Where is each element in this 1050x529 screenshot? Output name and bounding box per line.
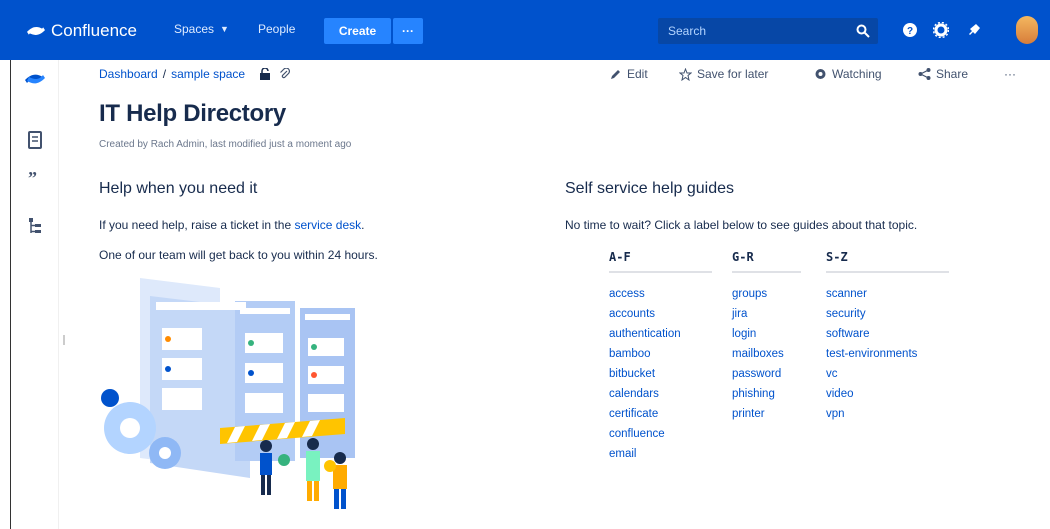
- more-actions-label: ···: [1004, 67, 1016, 81]
- breadcrumb: Dashboard / sample space: [99, 67, 291, 81]
- space-logo-icon[interactable]: [25, 69, 45, 89]
- label-link[interactable]: phishing: [732, 387, 801, 407]
- sidebar-resize-handle[interactable]: [63, 335, 65, 345]
- label-link[interactable]: scanner: [826, 287, 949, 307]
- watching-button[interactable]: Watching: [814, 67, 882, 81]
- label-link[interactable]: security: [826, 307, 949, 327]
- share-button[interactable]: Share: [918, 67, 968, 81]
- help-paragraph-prefix: If you need help, raise a ticket in the: [99, 218, 295, 232]
- label-link[interactable]: password: [732, 367, 801, 387]
- blog-icon[interactable]: ”: [25, 168, 45, 188]
- star-icon: [679, 67, 692, 81]
- label-list: scanner security software test-environme…: [826, 287, 949, 427]
- confluence-home-link[interactable]: Confluence: [27, 17, 137, 45]
- page-title: IT Help Directory: [99, 100, 286, 127]
- label-link[interactable]: access: [609, 287, 712, 307]
- label-link[interactable]: bitbucket: [609, 367, 712, 387]
- edit-label: Edit: [627, 67, 648, 81]
- label-list: access accounts authentication bamboo bi…: [609, 287, 712, 467]
- eye-icon: [815, 69, 826, 79]
- pages-icon[interactable]: [25, 130, 45, 150]
- label-link[interactable]: groups: [732, 287, 801, 307]
- share-icon: [918, 68, 931, 80]
- column-header: A-F: [609, 250, 631, 264]
- help-icon[interactable]: ?: [902, 22, 918, 38]
- breadcrumb-separator: /: [162, 67, 167, 81]
- breadcrumb-space[interactable]: sample space: [171, 67, 245, 81]
- save-for-later-button[interactable]: Save for later: [679, 67, 768, 81]
- svg-text:?: ?: [907, 26, 913, 37]
- label-link[interactable]: vc: [826, 367, 949, 387]
- notifications-icon[interactable]: [966, 22, 982, 38]
- self-service-heading: Self service help guides: [565, 180, 734, 197]
- create-button[interactable]: Create: [324, 18, 391, 44]
- label-link[interactable]: software: [826, 327, 949, 347]
- spaces-label: Spaces: [174, 22, 215, 36]
- search-icon[interactable]: [856, 24, 870, 38]
- save-for-later-label: Save for later: [697, 67, 769, 81]
- search-input[interactable]: [658, 18, 848, 44]
- user-avatar[interactable]: [1016, 16, 1038, 44]
- label-link[interactable]: vpn: [826, 407, 949, 427]
- label-link[interactable]: bamboo: [609, 347, 712, 367]
- column-header: S-Z: [826, 250, 848, 264]
- label-link[interactable]: jira: [732, 307, 801, 327]
- page-tree-icon[interactable]: [25, 216, 45, 236]
- top-navigation: Confluence Spaces ▼ People Create ··· ?: [0, 0, 1050, 60]
- help-paragraph-suffix: .: [361, 218, 365, 232]
- help-heading: Help when you need it: [99, 180, 258, 197]
- label-link[interactable]: calendars: [609, 387, 712, 407]
- label-link[interactable]: printer: [732, 407, 801, 427]
- label-link[interactable]: login: [732, 327, 801, 347]
- help-paragraph: If you need help, raise a ticket in the …: [99, 218, 365, 232]
- svg-text:”: ”: [28, 168, 37, 188]
- pencil-icon: [611, 70, 620, 79]
- service-desk-link[interactable]: service desk: [294, 218, 361, 232]
- label-column-g-r: G-R groups jira login mailboxes password…: [732, 250, 801, 427]
- column-divider: [732, 271, 801, 273]
- attachments-icon[interactable]: [279, 68, 291, 80]
- space-sidebar: ”: [10, 60, 59, 529]
- label-link[interactable]: certificate: [609, 407, 712, 427]
- breadcrumb-dashboard[interactable]: Dashboard: [99, 67, 158, 81]
- label-link[interactable]: accounts: [609, 307, 712, 327]
- label-column-a-f: A-F access accounts authentication bambo…: [609, 250, 712, 467]
- spaces-menu[interactable]: Spaces ▼: [174, 22, 229, 36]
- watching-label: Watching: [832, 67, 882, 81]
- column-header: G-R: [732, 250, 754, 264]
- restrictions-icon[interactable]: [259, 68, 271, 80]
- share-label: Share: [936, 67, 969, 81]
- label-column-s-z: S-Z scanner security software test-envir…: [826, 250, 949, 427]
- page-byline: Created by Rach Admin, last modified jus…: [99, 139, 352, 150]
- label-link[interactable]: confluence: [609, 427, 712, 447]
- create-more-button[interactable]: ···: [393, 18, 423, 44]
- brand-name: Confluence: [51, 21, 138, 40]
- label-link[interactable]: video: [826, 387, 949, 407]
- response-time-paragraph: One of our team will get back to you wit…: [99, 248, 378, 262]
- column-divider: [826, 271, 949, 273]
- label-list: groups jira login mailboxes password phi…: [732, 287, 801, 427]
- chevron-down-icon: ▼: [220, 24, 229, 34]
- label-link[interactable]: email: [609, 447, 712, 467]
- settings-icon[interactable]: [933, 22, 949, 38]
- label-link[interactable]: test-environments: [826, 347, 949, 367]
- more-actions-button[interactable]: ···: [1004, 67, 1016, 81]
- column-divider: [609, 271, 712, 273]
- help-desk-illustration: [101, 278, 355, 509]
- confluence-logo-icon: [27, 27, 45, 35]
- people-label: People: [258, 22, 296, 36]
- label-link[interactable]: authentication: [609, 327, 712, 347]
- edit-button[interactable]: Edit: [610, 67, 648, 81]
- self-service-intro: No time to wait? Click a label below to …: [565, 218, 918, 232]
- search-box: [658, 18, 878, 44]
- people-link[interactable]: People: [258, 22, 295, 36]
- label-link[interactable]: mailboxes: [732, 347, 801, 367]
